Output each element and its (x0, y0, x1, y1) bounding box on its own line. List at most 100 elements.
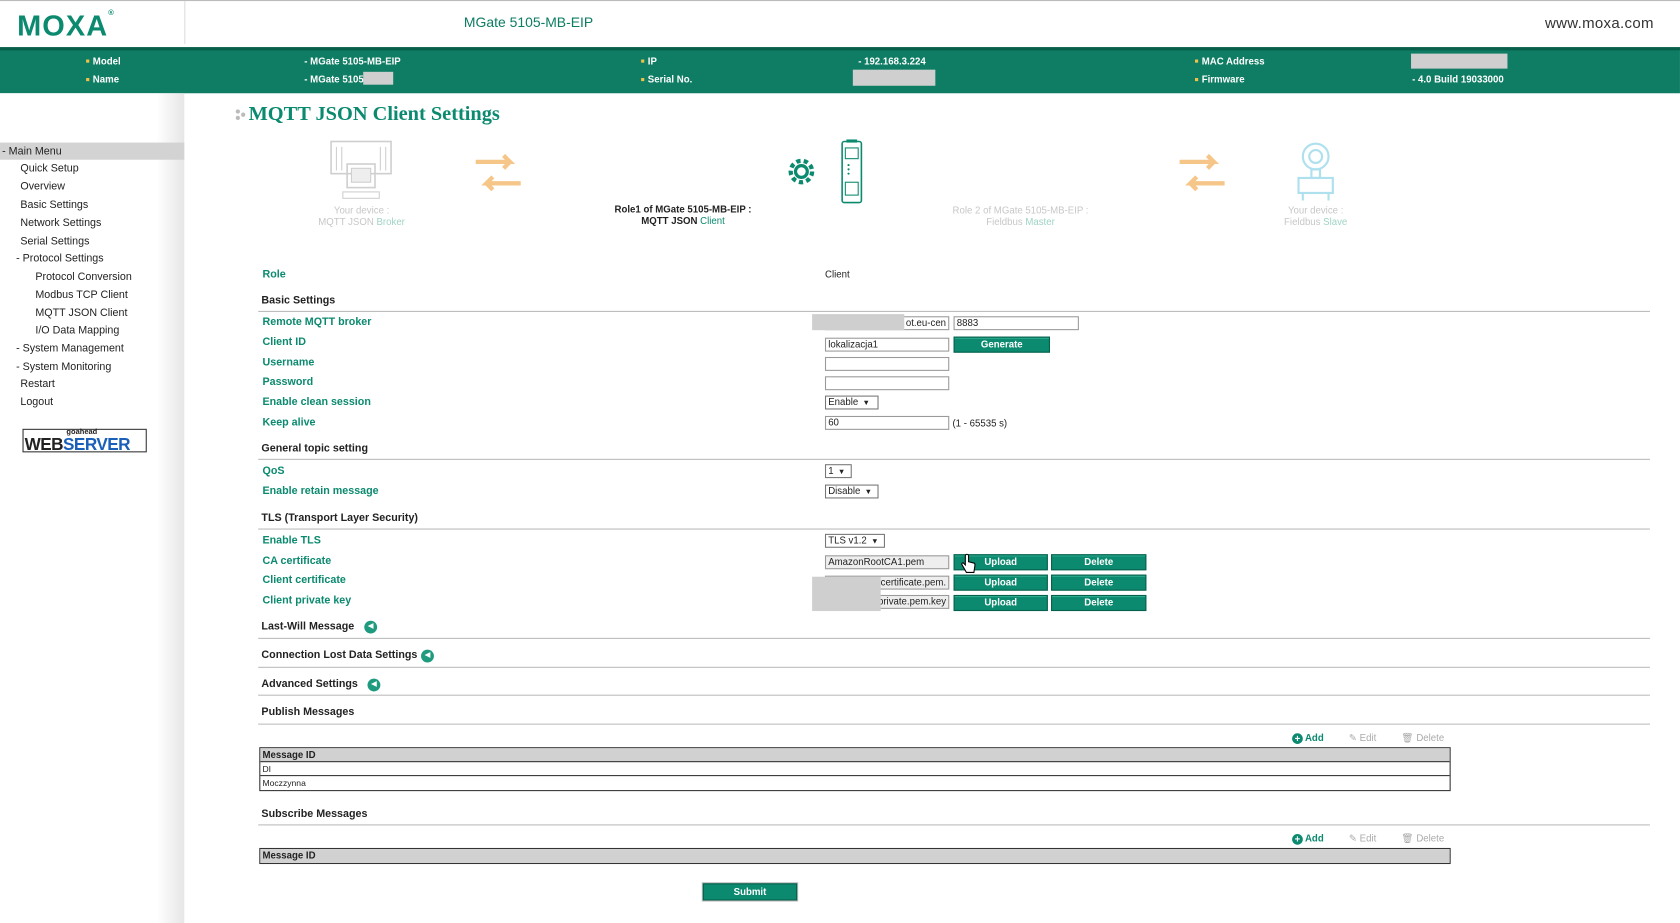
page-title: MQTT JSON Client Settings (248, 102, 500, 126)
password-input[interactable] (824, 376, 950, 391)
enable-tls-select[interactable]: TLS v1.2 (824, 533, 885, 548)
subscribe-messages-table: Message ID (259, 847, 1451, 865)
table-header: Message ID (260, 849, 1450, 863)
table-row[interactable]: Moczzynna (260, 776, 1449, 790)
general-topic-heading: General topic setting (261, 442, 368, 455)
connection-lost-expand-icon[interactable]: ◀ (421, 649, 434, 663)
device-info-bar: Model MGate 5105-MB-EIP Name MGate 5105 … (0, 47, 1680, 94)
subscribe-add-button[interactable]: + Add (1292, 833, 1324, 845)
client-cert-delete-button[interactable]: Delete (1051, 574, 1147, 591)
menu-logout[interactable]: Logout (20, 397, 53, 409)
redacted-cert-names (812, 576, 881, 612)
redacted-mac (1411, 53, 1508, 69)
username-label: Username (262, 356, 315, 369)
menu-serial-settings[interactable]: Serial Settings (20, 236, 89, 248)
website-link[interactable]: www.moxa.com (1545, 14, 1654, 31)
broker-port-input[interactable]: 8883 (953, 316, 1079, 331)
publish-messages-table: Message ID DI Moczzynna (259, 747, 1451, 792)
last-will-expand-icon[interactable]: ◀ (364, 620, 378, 634)
menu-network-settings[interactable]: Network Settings (20, 218, 101, 230)
plus-icon: + (1292, 733, 1303, 744)
menu-modbus-tcp-client[interactable]: Modbus TCP Client (35, 289, 128, 301)
model-value: MGate 5105-MB-EIP (304, 56, 401, 67)
remote-broker-label: Remote MQTT broker (262, 316, 372, 329)
publish-edit-button[interactable]: ✎ Edit (1349, 732, 1376, 744)
top-header: MOXA® MGate 5105-MB-EIP www.moxa.com (0, 0, 1680, 48)
role-value: Client (824, 269, 850, 280)
publish-delete-button[interactable]: 🗑 Delete (1401, 732, 1444, 744)
advanced-settings-expand-icon[interactable]: ◀ (367, 678, 381, 692)
ca-certificate-label: CA certificate (262, 555, 332, 568)
qos-select[interactable]: 1 (824, 464, 852, 479)
ip-value: 192.168.3.224 (858, 56, 926, 67)
section-divider (258, 723, 1650, 725)
client-cert-upload-button[interactable]: Upload (953, 574, 1048, 591)
menu-protocol-settings[interactable]: - Protocol Settings (16, 253, 104, 265)
section-divider (258, 528, 1650, 530)
role2-caption: Role 2 of MGate 5105-MB-EIP : Fieldbus M… (952, 204, 1089, 228)
private-key-delete-button[interactable]: Delete (1051, 594, 1147, 612)
advanced-settings-heading[interactable]: Advanced Settings (261, 679, 357, 691)
menu-system-management[interactable]: - System Management (16, 343, 124, 355)
menu-quick-setup[interactable]: Quick Setup (20, 163, 78, 175)
ip-label: IP (641, 56, 657, 67)
model-label: Model (86, 56, 121, 67)
password-label: Password (262, 376, 314, 389)
role1-caption: Role1 of MGate 5105-MB-EIP : MQTT JSON C… (614, 203, 752, 227)
last-will-heading[interactable]: Last-Will Message (261, 621, 354, 633)
tls-heading: TLS (Transport Layer Security) (261, 512, 419, 525)
publish-add-button[interactable]: + Add (1292, 732, 1324, 744)
ca-delete-button[interactable]: Delete (1051, 554, 1147, 571)
firmware-value: 4.0 Build 19033000 (1412, 74, 1504, 85)
broker-computer-icon (330, 140, 392, 199)
keep-alive-range: (1 - 65535 s) (952, 418, 1008, 429)
generate-button[interactable]: Generate (953, 336, 1050, 353)
role-label: Role (262, 269, 286, 281)
subscribe-delete-button[interactable]: 🗑 Delete (1401, 833, 1444, 845)
client-private-key-label: Client private key (262, 594, 352, 607)
menu-protocol-conversion[interactable]: Protocol Conversion (35, 271, 131, 283)
hand-cursor-icon (961, 553, 976, 573)
menu-restart[interactable]: Restart (20, 378, 55, 390)
menu-overview[interactable]: Overview (20, 181, 65, 193)
basic-settings-heading: Basic Settings (261, 294, 336, 307)
moxa-logo: MOXA® (17, 9, 115, 42)
menu-io-data-mapping[interactable]: I/O Data Mapping (35, 325, 119, 337)
menu-mqtt-json-client[interactable]: MQTT JSON Client (35, 308, 127, 320)
left-device-caption: Your device : MQTT JSON Broker (318, 204, 405, 228)
client-id-input[interactable]: lokalizacja1 (824, 337, 950, 352)
table-header: Message ID (260, 748, 1450, 763)
menu-system-monitoring[interactable]: - System Monitoring (16, 361, 111, 373)
main-menu-header[interactable]: - Main Menu (0, 142, 185, 160)
pencil-icon: ✎ (1348, 732, 1357, 743)
section-divider (258, 310, 1650, 312)
menu-basic-settings[interactable]: Basic Settings (20, 199, 88, 211)
client-id-label: Client ID (262, 336, 306, 349)
retain-message-label: Enable retain message (262, 485, 379, 498)
sidebar: - Main Menu Quick Setup Overview Basic S… (0, 93, 185, 923)
retain-message-select[interactable]: Disable (824, 484, 879, 499)
clean-session-select[interactable]: Enable (824, 395, 879, 410)
submit-button[interactable]: Submit (702, 883, 798, 901)
flowmeter-slave-icon (1297, 142, 1334, 201)
right-device-caption: Your device : Fieldbus Slave (1284, 204, 1348, 228)
username-input[interactable] (824, 356, 950, 371)
serial-label: Serial No. (641, 74, 692, 85)
plus-icon: + (1292, 834, 1303, 845)
subscribe-edit-button[interactable]: ✎ Edit (1349, 833, 1376, 845)
gear-icon (788, 158, 815, 185)
mgate-device-icon (841, 139, 863, 204)
publish-messages-heading: Publish Messages (261, 706, 355, 719)
ca-certificate-field[interactable]: AmazonRootCA1.pem (824, 555, 950, 570)
header-divider (184, 1, 186, 44)
redacted-broker (812, 314, 905, 331)
mac-label: MAC Address (1195, 56, 1265, 67)
section-divider (258, 666, 1650, 668)
trash-icon: 🗑 (1401, 732, 1414, 743)
keep-alive-input[interactable]: 60 (824, 415, 950, 430)
connection-lost-heading[interactable]: Connection Lost Data Settings (261, 650, 417, 662)
goahead-webserver-badge: goahead WEBSERVER (22, 428, 147, 455)
title-bullet-icon (235, 109, 246, 121)
private-key-upload-button[interactable]: Upload (953, 594, 1048, 612)
table-row[interactable]: DI (260, 762, 1450, 777)
